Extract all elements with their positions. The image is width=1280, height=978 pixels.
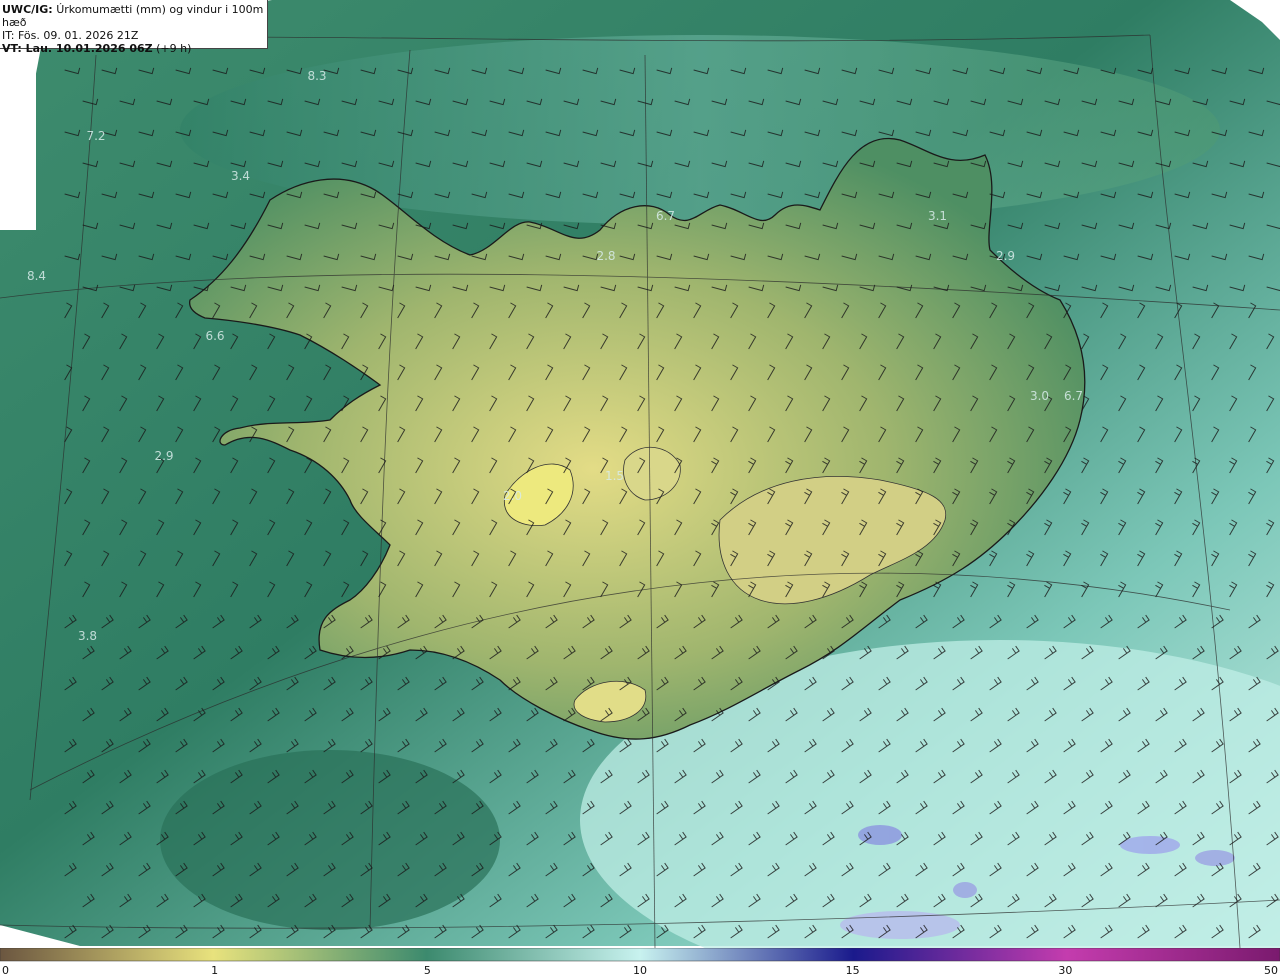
precip-value-label: 2.8 xyxy=(596,249,615,263)
precip-value-label: 2.0 xyxy=(503,489,522,503)
valid-time: VT: Lau. 10.01.2026 06Z xyxy=(2,42,153,55)
precip-value-label: 1.5 xyxy=(605,469,624,483)
lead-time: (+9 h) xyxy=(156,42,192,55)
colorbar-tick: 50 xyxy=(1264,964,1278,977)
precip-value-label: 3.0 xyxy=(1030,389,1049,403)
precip-value-label: 3.8 xyxy=(78,629,97,643)
precip-value-label: 8.4 xyxy=(27,269,46,283)
precip-value-label: 6.7 xyxy=(1064,389,1083,403)
precip-value-label: 2.9 xyxy=(154,449,173,463)
precip-value-label: 2.9 xyxy=(996,249,1015,263)
map-header: UWC/IG: Úrkomumætti (mm) og vindur i 100… xyxy=(0,0,268,55)
valid-line: VT: Lau. 10.01.2026 06Z (+9 h) xyxy=(2,42,267,55)
precipitation-wind-map[interactable]: 8.58.25.58.18.37.23.46.72.83.12.98.46.63… xyxy=(0,0,1280,948)
colorbar-tick: 5 xyxy=(423,964,431,977)
colorbar-tick: 15 xyxy=(845,964,860,977)
precip-value-label: 3.1 xyxy=(928,209,947,223)
precip-value-label: 8.3 xyxy=(307,69,326,83)
precip-value-label: 3.4 xyxy=(231,169,250,183)
precipitation-colorbar: 0 1 5 10 15 30 50 xyxy=(0,948,1280,978)
colorbar-gradient xyxy=(0,948,1280,962)
product-label: UWC/IG: xyxy=(2,3,53,16)
precip-value-label: 6.6 xyxy=(205,329,224,343)
colorbar-tick: 10 xyxy=(633,964,647,977)
title-line: UWC/IG: Úrkomumætti (mm) og vindur i 100… xyxy=(2,3,267,29)
precip-value-label: 7.2 xyxy=(86,129,105,143)
colorbar-tick: 1 xyxy=(211,964,219,977)
south-dark-tongue xyxy=(160,750,500,930)
colorbar-tick: 30 xyxy=(1058,964,1073,977)
precip-value-label: 6.7 xyxy=(656,209,675,223)
colorbar-tick: 0 xyxy=(2,964,9,977)
init-time: IT: Fös. 09. 01. 2026 21Z xyxy=(2,29,139,42)
